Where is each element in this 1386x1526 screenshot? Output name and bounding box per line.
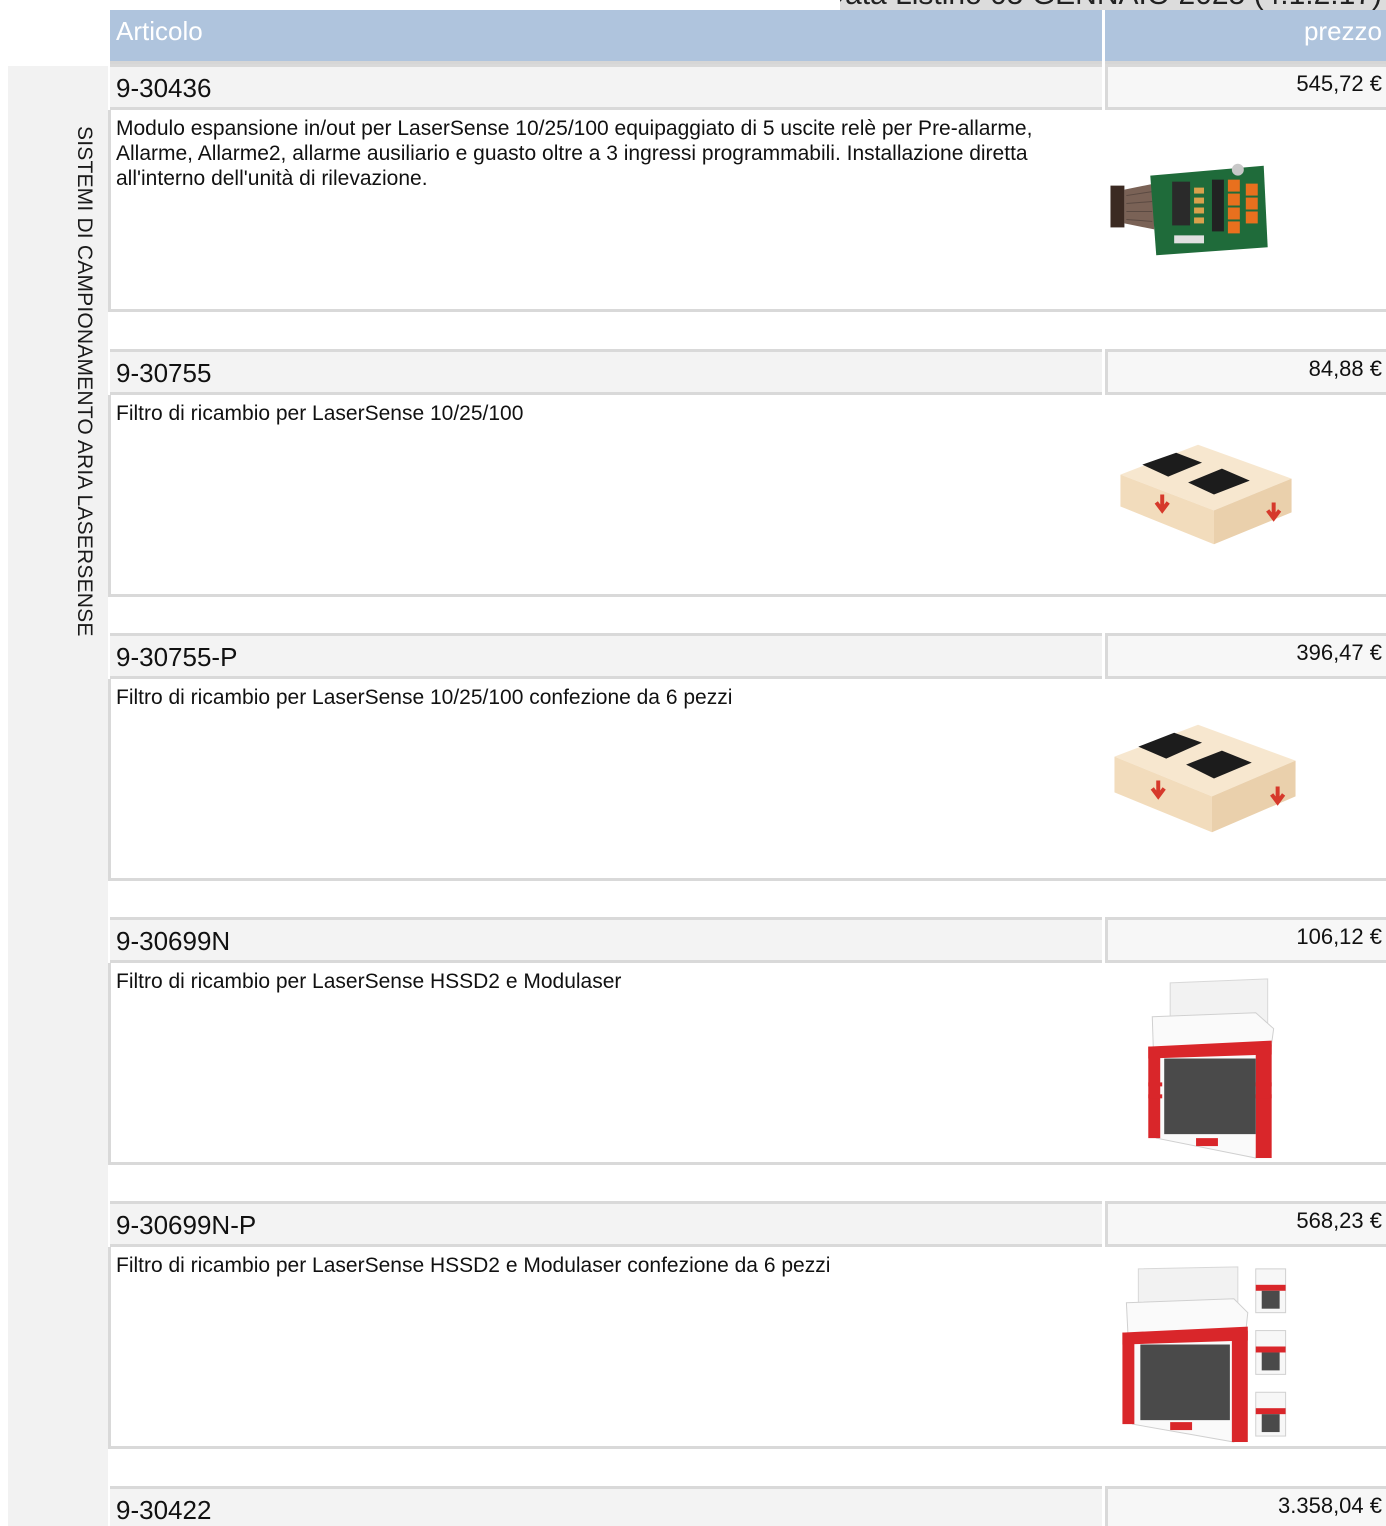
product-description-box: Filtro di ricambio per LaserSense 10/25/… (108, 679, 1386, 881)
product-description: Filtro di ricambio per LaserSense 10/25/… (116, 402, 524, 425)
product-description-box: Filtro di ricambio per LaserSense HSSD2 … (108, 1247, 1386, 1449)
product-price-cell: 84,88 € (1105, 349, 1386, 395)
product-description: Filtro di ricambio per LaserSense HSSD2 … (116, 1254, 831, 1277)
product-description-box: Filtro di ricambio per LaserSense HSSD2 … (108, 963, 1386, 1165)
product-code-cell: 9-30699N-P (110, 1201, 1102, 1247)
product-price-cell: 568,23 € (1105, 1201, 1386, 1247)
product-code-row: 9-30422 3.358,04 € (108, 1486, 1386, 1526)
header-price-label: prezzo (1303, 16, 1382, 46)
filter-box-pack-icon (1106, 1247, 1306, 1446)
product-code-row: 9-30699N-P 568,23 € (108, 1201, 1386, 1247)
product-code: 9-30422 (116, 1495, 212, 1525)
product-code-cell: 9-30699N (110, 917, 1102, 963)
product-price-cell: 106,12 € (1105, 917, 1386, 963)
product-price-cell: 3.358,04 € (1105, 1486, 1386, 1526)
table-header: Articolo prezzo (110, 10, 1386, 64)
product-description: Filtro di ricambio per LaserSense HSSD2 … (116, 970, 622, 993)
date-text: Data Listino 05 GENNAIO 2025 (4.1.2.17) (840, 0, 1382, 10)
product-code-cell: 9-30436 (110, 64, 1102, 110)
date-strip: Data Listino 05 GENNAIO 2025 (4.1.2.17) (840, 0, 1386, 10)
product-price-cell: 396,47 € (1105, 633, 1386, 679)
product-code-cell: 9-30755-P (110, 633, 1102, 679)
header-price: prezzo (1105, 10, 1386, 64)
product-code: 9-30755-P (116, 642, 238, 672)
filter-cartridge-icon (1106, 395, 1306, 594)
product-price: 106,12 € (1296, 924, 1382, 949)
product-price: 568,23 € (1296, 1208, 1382, 1233)
product-code: 9-30699N (116, 926, 231, 956)
product-code: 9-30699N-P (116, 1210, 257, 1240)
product-code-cell: 9-30422 (110, 1486, 1102, 1526)
header-article-label: Articolo (116, 16, 203, 46)
product-code-row: 9-30436 545,72 € (108, 64, 1386, 110)
product-price: 3.358,04 € (1278, 1493, 1382, 1518)
product-code-row: 9-30699N 106,12 € (108, 917, 1386, 963)
product-price: 396,47 € (1296, 640, 1382, 665)
product-description-box: Modulo espansione in/out per LaserSense … (108, 110, 1386, 312)
section-title: SISTEMI DI CAMPIONAMENTO ARIA LASERSENSE (73, 126, 96, 637)
circuit-board-icon (1106, 110, 1306, 309)
product-code: 9-30755 (116, 358, 212, 388)
header-article: Articolo (110, 10, 1102, 64)
filter-cartridge-icon (1106, 679, 1306, 878)
product-description: Filtro di ricambio per LaserSense 10/25/… (116, 686, 733, 709)
price-list-page: Data Listino 05 GENNAIO 2025 (4.1.2.17) … (0, 0, 1386, 1526)
product-code-row: 9-30755-P 396,47 € (108, 633, 1386, 679)
product-price: 84,88 € (1308, 356, 1382, 381)
product-price-cell: 545,72 € (1105, 64, 1386, 110)
product-price: 545,72 € (1296, 71, 1382, 96)
product-code: 9-30436 (116, 73, 212, 103)
product-description: Modulo espansione in/out per LaserSense … (116, 117, 1033, 190)
product-code-row: 9-30755 84,88 € (108, 349, 1386, 395)
product-description-box: Filtro di ricambio per LaserSense 10/25/… (108, 395, 1386, 597)
filter-box-icon (1106, 963, 1306, 1162)
product-code-cell: 9-30755 (110, 349, 1102, 395)
